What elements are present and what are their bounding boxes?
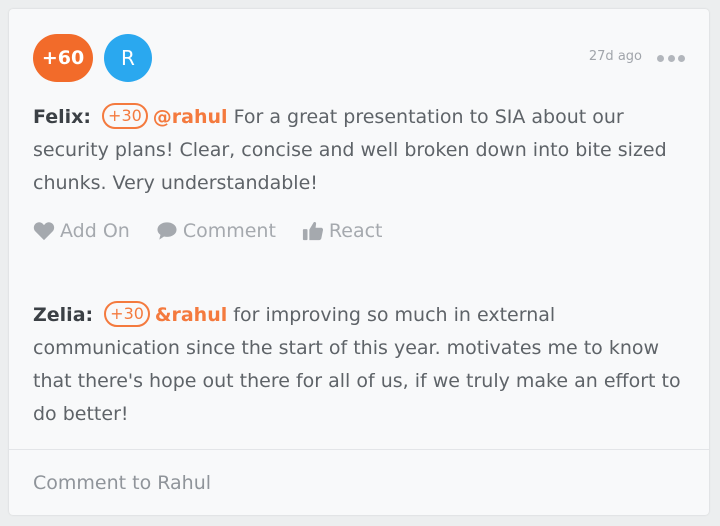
entry-author[interactable]: Zelia: (33, 304, 93, 326)
comment-button[interactable]: Comment (156, 220, 276, 242)
thumbs-up-icon (302, 222, 323, 241)
post-timestamp: 27d ago (588, 49, 642, 64)
entry-mention[interactable]: @rahul (153, 106, 228, 128)
entry-actions: Add On Comment React (33, 217, 409, 245)
recipient-avatar[interactable]: R (104, 34, 152, 82)
recognition-entry: Felix: +30 @rahul For a great presentatio… (33, 101, 683, 200)
comment-input[interactable] (33, 464, 683, 502)
entry-author[interactable]: Felix: (33, 106, 91, 128)
speech-bubble-icon (157, 222, 177, 240)
add-on-button[interactable]: Add On (33, 220, 130, 242)
add-on-label: Add On (60, 220, 130, 242)
entry-points-badge: +30 (104, 301, 150, 327)
react-button[interactable]: React (302, 220, 383, 242)
dot (657, 54, 664, 62)
comment-label: Comment (182, 220, 276, 242)
card-header: +60 R 27d ago (33, 34, 685, 82)
heart-icon (33, 222, 55, 241)
recognition-entry: Zelia: +30 &rahul for improving so much i… (33, 299, 683, 431)
entry-points-badge: +30 (102, 103, 148, 129)
react-label: React (328, 220, 383, 242)
entry-mention[interactable]: &rahul (155, 304, 227, 326)
more-options-icon[interactable] (657, 50, 685, 66)
points-total-badge: +60 (33, 34, 93, 82)
dot (667, 54, 675, 62)
dot (678, 54, 685, 62)
divider (9, 449, 709, 450)
recognition-card: +60 R 27d ago Felix: +30 @rahul For a gre… (9, 9, 709, 515)
